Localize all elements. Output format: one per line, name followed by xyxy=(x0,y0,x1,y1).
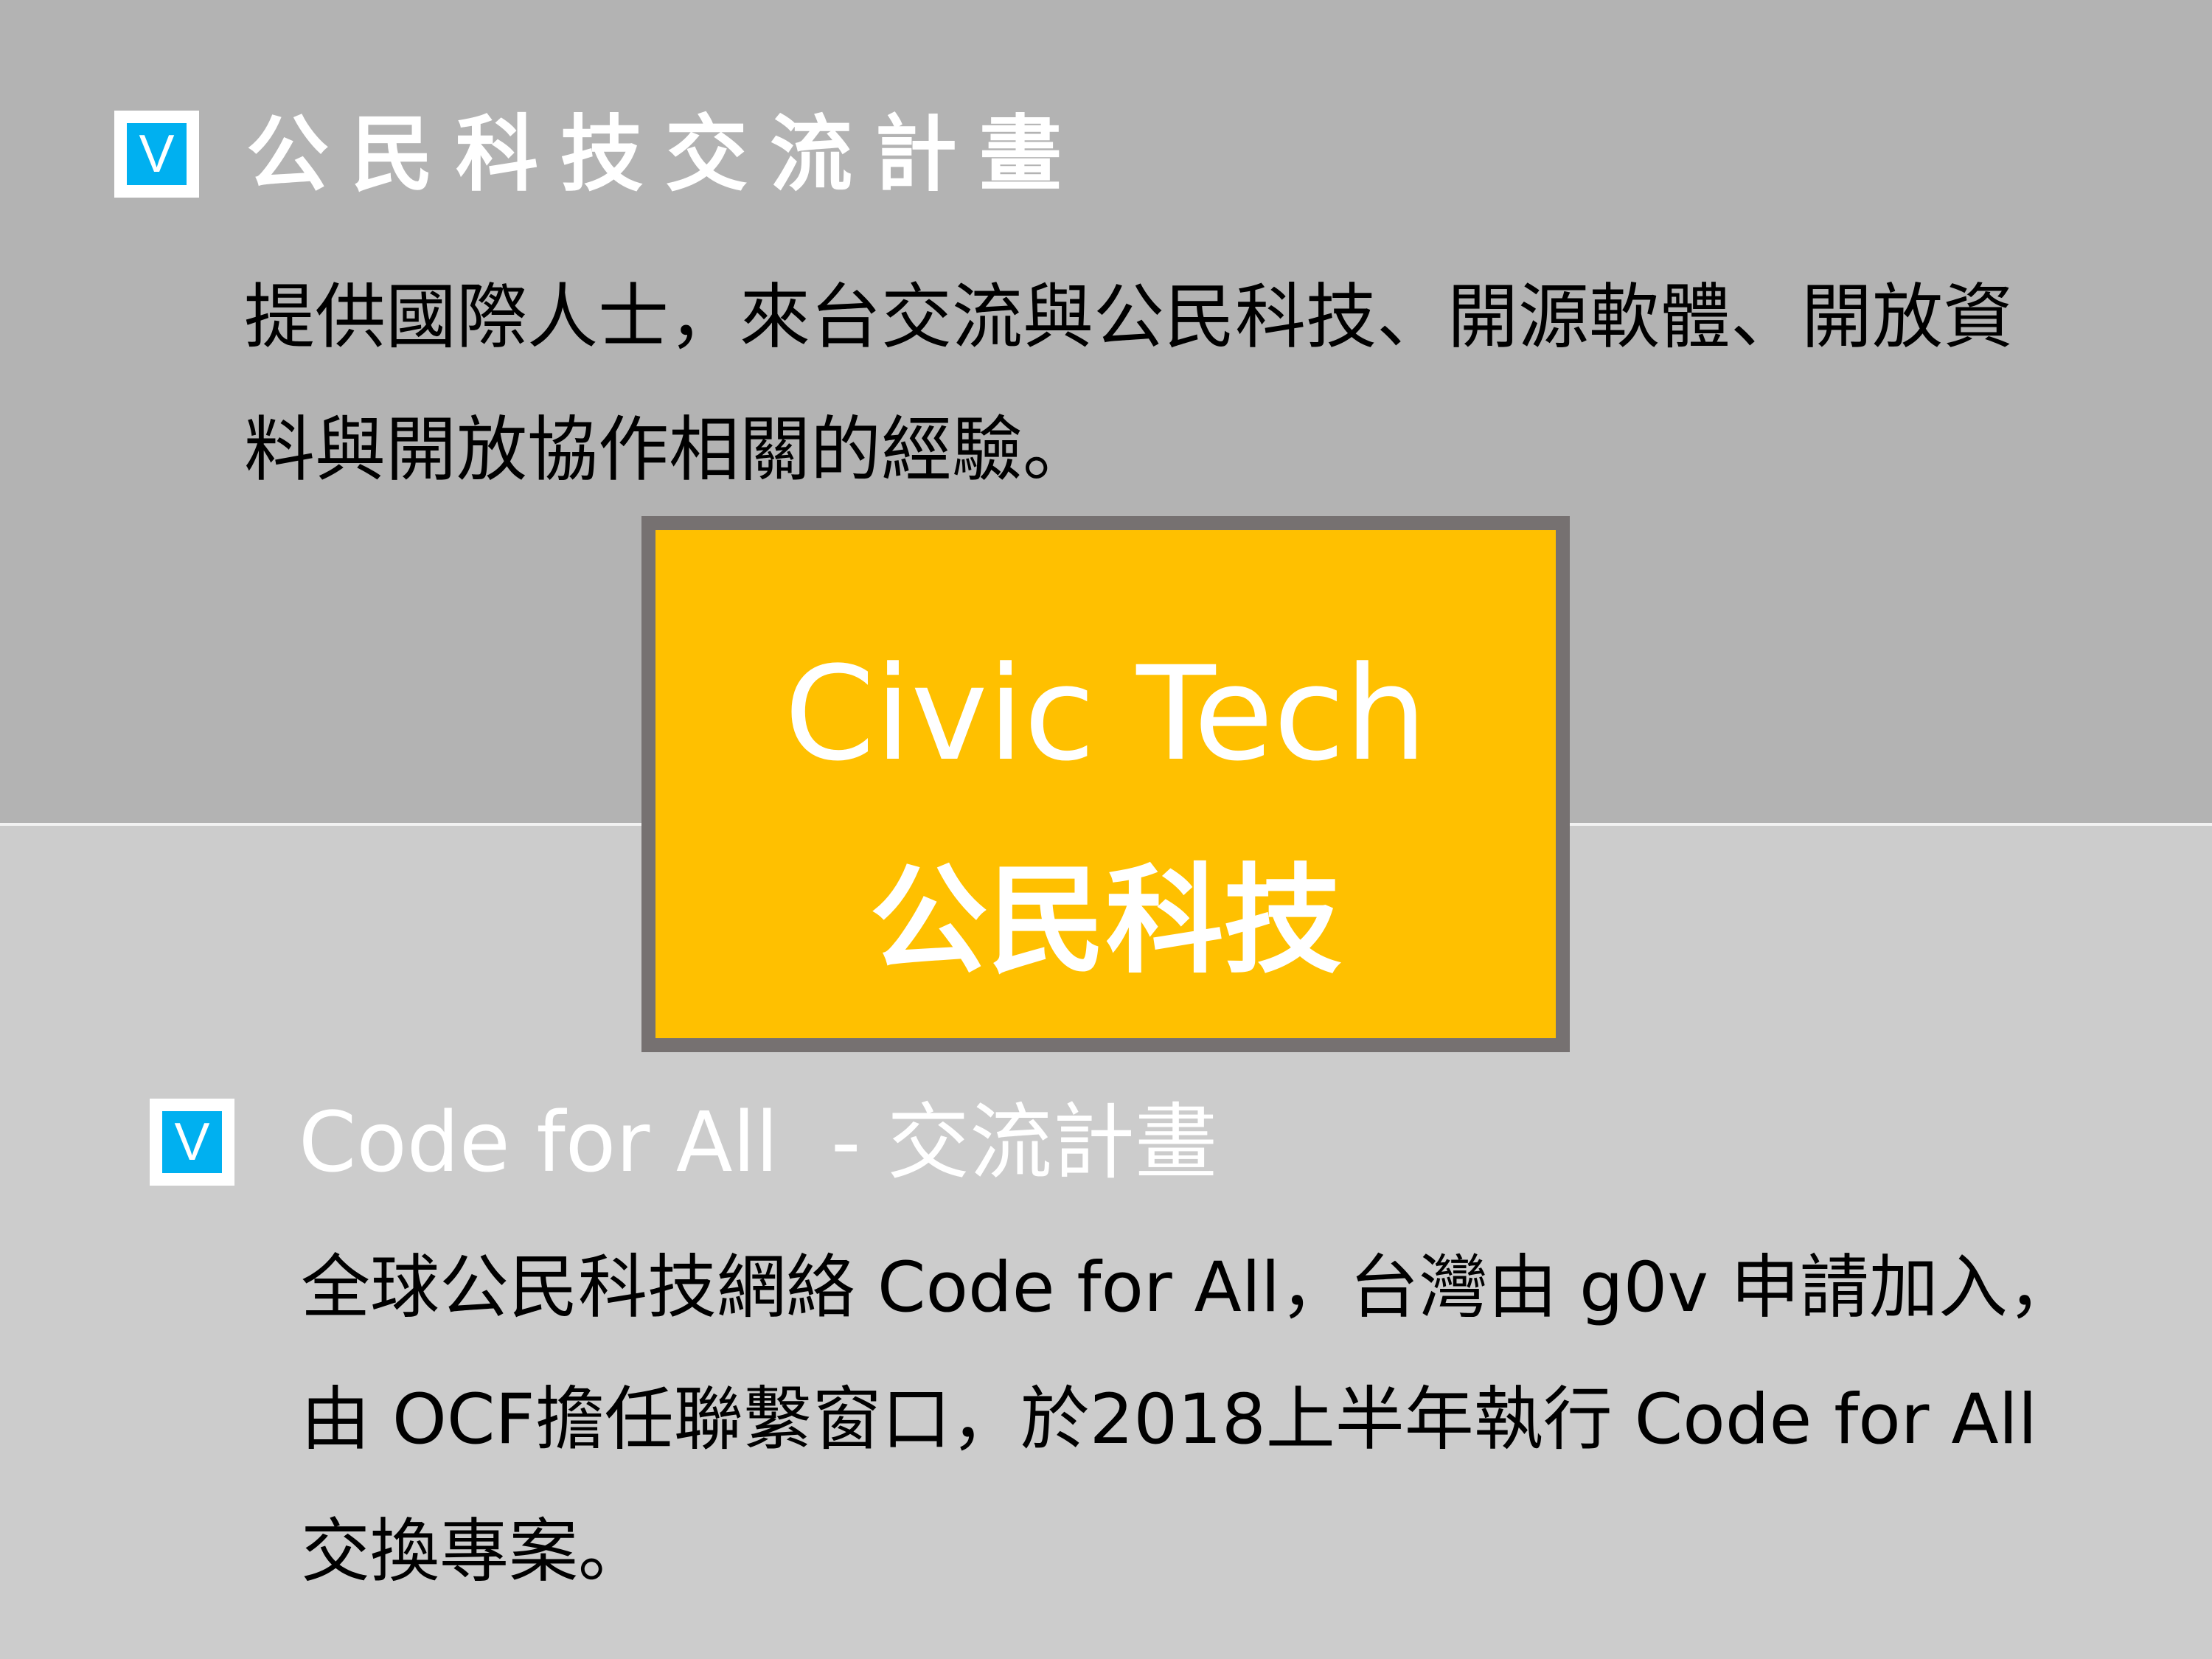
body-line: 交換專案。 xyxy=(301,1512,648,1592)
section-body: 全球公民科技網絡 Code for All，台灣由 g0v 申請加入， 由 OC… xyxy=(301,1222,2077,1618)
section-title: 公民科技交流計畫 xyxy=(246,107,1084,203)
civic-tech-box: Civic Tech 公民科技 xyxy=(641,516,1570,1052)
checkbox-icon: V xyxy=(114,111,199,198)
section-body: 提供國際人士，來台交流與公民科技、開源軟體、開放資 料與開放協作相關的經驗。 xyxy=(244,251,2014,516)
section-title: Code for All - 交流計畫 xyxy=(299,1095,1217,1191)
body-line: 提供國際人士，來台交流與公民科技、開源軟體、開放資 xyxy=(244,276,2014,358)
body-line: 由 OCF擔任聯繫窗口，於2018上半年執行 Code for All xyxy=(301,1380,2037,1460)
checkbox-v-icon: V xyxy=(162,1111,222,1173)
body-line: 料與開放協作相關的經驗。 xyxy=(244,408,1093,491)
body-line: 全球公民科技網絡 Code for All，台灣由 g0v 申請加入， xyxy=(301,1248,2077,1328)
box-title-zh: 公民科技 xyxy=(869,852,1342,990)
checkbox-v-icon: V xyxy=(127,123,187,185)
box-title-en: Civic Tech xyxy=(784,639,1427,790)
checkbox-icon: V xyxy=(150,1099,234,1186)
